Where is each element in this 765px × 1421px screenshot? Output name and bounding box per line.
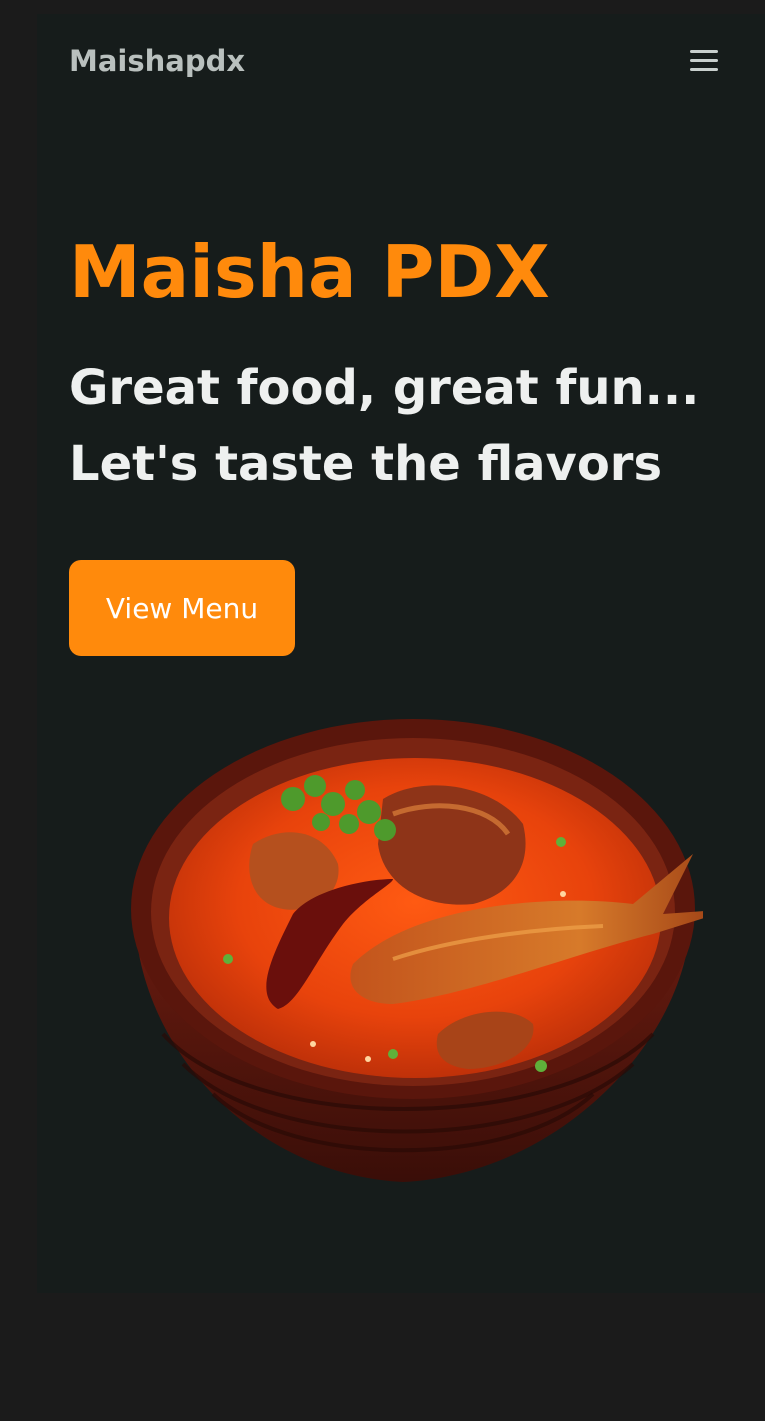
tagline-line-2: Let's taste the flavors xyxy=(69,436,663,492)
tagline-line-1: Great food, great fun... xyxy=(69,360,700,416)
hero-title: Maisha PDX xyxy=(69,230,550,314)
hero-tagline: Great food, great fun... Let's taste the… xyxy=(69,350,729,502)
hamburger-menu-icon[interactable] xyxy=(687,46,721,76)
hero-section: Maishapdx Maisha PDX Great food, great f… xyxy=(37,14,765,1293)
fish-curry-bowl-image xyxy=(131,719,703,1182)
page: Maishapdx Maisha PDX Great food, great f… xyxy=(0,0,765,1421)
navbar: Maishapdx xyxy=(37,14,765,110)
view-menu-button[interactable]: View Menu xyxy=(69,560,295,656)
brand-logo[interactable]: Maishapdx xyxy=(69,44,245,78)
